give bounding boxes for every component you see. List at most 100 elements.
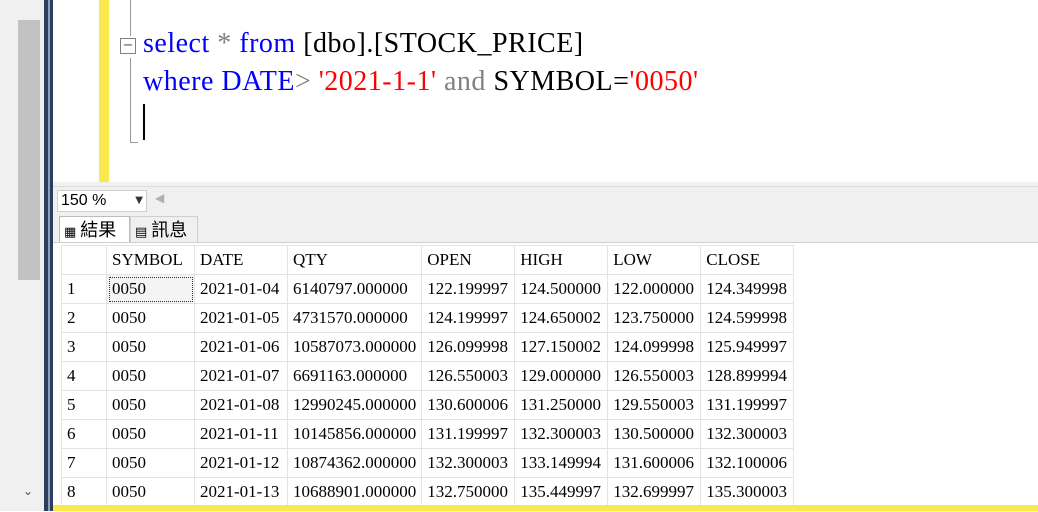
table-cell[interactable]: 124.599998 — [700, 303, 795, 333]
table-row[interactable]: 5 0050 2021-01-08 12990245.000000 130.600006… — [61, 390, 795, 420]
table-cell[interactable]: 2021-01-06 — [194, 332, 288, 362]
collapse-icon[interactable]: − — [120, 38, 136, 54]
zoom-bar: 150 % ▼ ◀ — [53, 186, 1038, 213]
table-cell[interactable]: 0050 — [106, 390, 195, 420]
table-cell[interactable]: 126.550003 — [421, 361, 516, 391]
table-cell[interactable]: 2021-01-11 — [194, 419, 288, 449]
row-number[interactable]: 7 — [61, 448, 107, 478]
table-cell[interactable]: 122.000000 — [607, 274, 702, 304]
table-cell[interactable]: 124.099998 — [607, 332, 702, 362]
row-number[interactable]: 1 — [61, 274, 107, 304]
table-cell[interactable]: 10688901.000000 — [286, 477, 423, 507]
table-cell[interactable]: 133.149994 — [514, 448, 609, 478]
table-row[interactable]: 8 0050 2021-01-13 10688901.000000 132.750000… — [61, 477, 795, 507]
tab-messages[interactable]: ▤ 訊息 — [130, 216, 198, 242]
table-row[interactable]: 6 0050 2021-01-11 10145856.000000 131.199997… — [61, 419, 795, 449]
table-cell[interactable]: 131.199997 — [700, 390, 795, 420]
code-line-1: select * from [dbo].[STOCK_PRICE] — [143, 28, 584, 59]
table-cell[interactable]: 131.250000 — [514, 390, 609, 420]
scrollbar-thumb[interactable] — [18, 20, 40, 280]
table-cell[interactable]: 10587073.000000 — [286, 332, 423, 362]
results-grid[interactable]: SYMBOL DATE QTY OPEN HIGH LOW CLOSE 1 005… — [53, 242, 1038, 512]
table-row[interactable]: 1 0050 2021-01-04 6140797.000000 122.199997 1… — [61, 274, 795, 304]
table-row[interactable]: 3 0050 2021-01-06 10587073.000000 126.099998… — [61, 332, 795, 362]
table-cell[interactable]: 131.199997 — [421, 419, 516, 449]
scroll-left-icon[interactable]: ◀ — [155, 191, 164, 205]
table-cell[interactable]: 0050 — [106, 274, 195, 304]
table-cell[interactable]: 10874362.000000 — [286, 448, 423, 478]
text-cursor — [143, 104, 145, 140]
table-cell[interactable]: 0050 — [106, 448, 195, 478]
table-cell[interactable]: 126.550003 — [607, 361, 702, 391]
results-table: SYMBOL DATE QTY OPEN HIGH LOW CLOSE 1 005… — [61, 245, 795, 507]
table-cell[interactable]: 2021-01-05 — [194, 303, 288, 333]
query-editor[interactable]: − select * from [dbo].[STOCK_PRICE] wher… — [53, 0, 1038, 186]
change-tracking-margin — [99, 0, 109, 182]
row-number[interactable]: 3 — [61, 332, 107, 362]
table-cell[interactable]: 129.000000 — [514, 361, 609, 391]
table-row[interactable]: 4 0050 2021-01-07 6691163.000000 126.550003 1… — [61, 361, 795, 391]
table-cell[interactable]: 4731570.000000 — [286, 303, 423, 333]
pane-splitter[interactable] — [44, 0, 53, 511]
table-cell[interactable]: 123.750000 — [607, 303, 702, 333]
table-cell[interactable]: 130.600006 — [421, 390, 516, 420]
column-header[interactable]: CLOSE — [700, 245, 795, 275]
zoom-select[interactable]: 150 % ▼ — [57, 190, 147, 212]
row-number[interactable]: 4 — [61, 361, 107, 391]
table-cell[interactable]: 0050 — [106, 419, 195, 449]
column-header[interactable]: SYMBOL — [106, 245, 195, 275]
table-cell[interactable]: 127.150002 — [514, 332, 609, 362]
table-cell[interactable]: 128.899994 — [700, 361, 795, 391]
table-cell[interactable]: 0050 — [106, 332, 195, 362]
table-cell[interactable]: 132.750000 — [421, 477, 516, 507]
table-cell[interactable]: 2021-01-12 — [194, 448, 288, 478]
column-header[interactable]: LOW — [607, 245, 702, 275]
grid-icon: ▦ — [64, 225, 77, 240]
tab-results[interactable]: ▦ 結果 — [59, 216, 130, 242]
table-cell[interactable]: 0050 — [106, 477, 195, 507]
table-cell[interactable]: 131.600006 — [607, 448, 702, 478]
row-number[interactable]: 5 — [61, 390, 107, 420]
table-row[interactable]: 2 0050 2021-01-05 4731570.000000 124.199997 1… — [61, 303, 795, 333]
table-cell[interactable]: 122.199997 — [421, 274, 516, 304]
table-cell[interactable]: 124.650002 — [514, 303, 609, 333]
chevron-down-icon[interactable]: ▼ — [135, 191, 143, 211]
row-number-header[interactable] — [61, 245, 107, 275]
header-row: SYMBOL DATE QTY OPEN HIGH LOW CLOSE — [61, 245, 795, 275]
table-cell[interactable]: 124.199997 — [421, 303, 516, 333]
table-cell[interactable]: 132.300003 — [700, 419, 795, 449]
table-cell[interactable]: 132.300003 — [421, 448, 516, 478]
column-header[interactable]: HIGH — [514, 245, 609, 275]
table-cell[interactable]: 6140797.000000 — [286, 274, 423, 304]
table-cell[interactable]: 135.300003 — [700, 477, 795, 507]
scroll-down-icon[interactable]: ⌄ — [20, 482, 36, 500]
table-row[interactable]: 7 0050 2021-01-12 10874362.000000 132.300003… — [61, 448, 795, 478]
table-cell[interactable]: 2021-01-08 — [194, 390, 288, 420]
table-cell[interactable]: 132.300003 — [514, 419, 609, 449]
column-header[interactable]: OPEN — [421, 245, 516, 275]
column-header[interactable]: DATE — [194, 245, 288, 275]
table-cell[interactable]: 124.349998 — [700, 274, 795, 304]
table-cell[interactable]: 126.099998 — [421, 332, 516, 362]
table-cell[interactable]: 132.699997 — [607, 477, 702, 507]
table-cell[interactable]: 0050 — [106, 361, 195, 391]
row-number[interactable]: 6 — [61, 419, 107, 449]
results-tabs: ▦ 結果 ▤ 訊息 — [53, 212, 1038, 242]
table-cell[interactable]: 132.100006 — [700, 448, 795, 478]
table-cell[interactable]: 2021-01-04 — [194, 274, 288, 304]
row-number[interactable]: 8 — [61, 477, 107, 507]
table-cell[interactable]: 0050 — [106, 303, 195, 333]
table-cell[interactable]: 2021-01-07 — [194, 361, 288, 391]
table-cell[interactable]: 124.500000 — [514, 274, 609, 304]
table-cell[interactable]: 6691163.000000 — [286, 361, 423, 391]
table-cell[interactable]: 12990245.000000 — [286, 390, 423, 420]
table-cell[interactable]: 130.500000 — [607, 419, 702, 449]
table-cell[interactable]: 135.449997 — [514, 477, 609, 507]
table-cell[interactable]: 129.550003 — [607, 390, 702, 420]
column-header[interactable]: QTY — [286, 245, 423, 275]
table-cell[interactable]: 2021-01-13 — [194, 477, 288, 507]
table-cell[interactable]: 125.949997 — [700, 332, 795, 362]
row-number[interactable]: 2 — [61, 303, 107, 333]
table-cell[interactable]: 10145856.000000 — [286, 419, 423, 449]
outer-vertical-scrollbar[interactable]: ⌄ — [0, 0, 44, 511]
